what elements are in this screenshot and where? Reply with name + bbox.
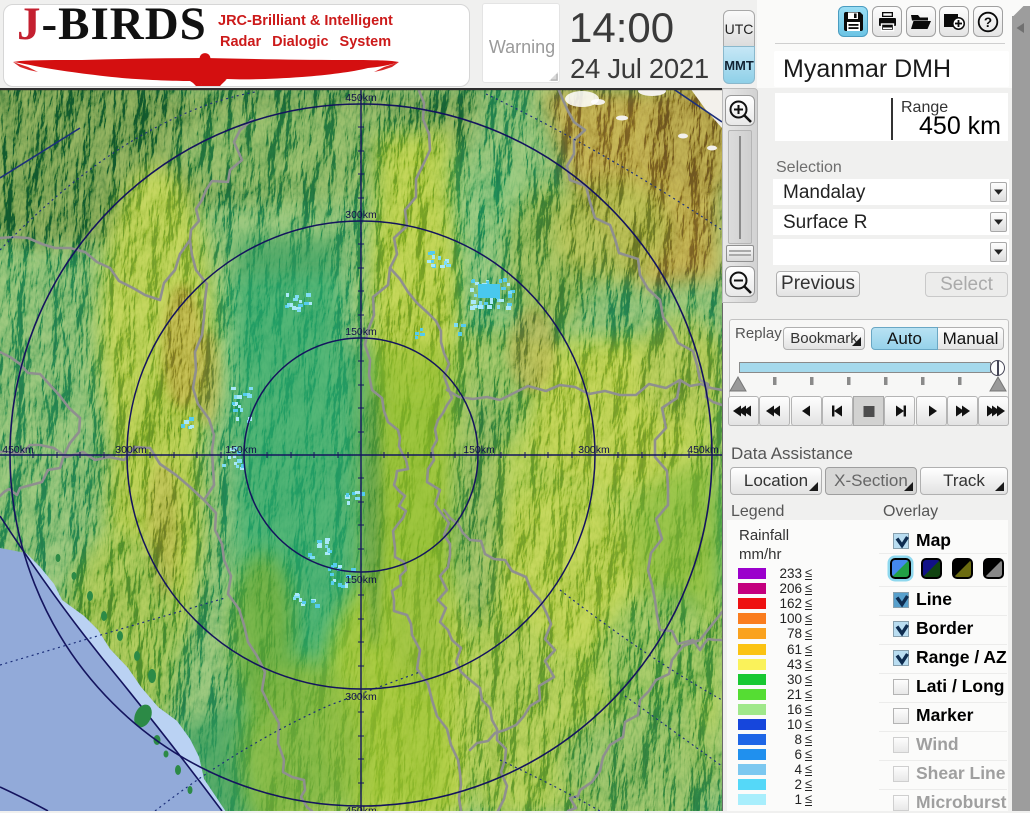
svg-text:300km: 300km <box>345 691 377 703</box>
svg-text:300km: 300km <box>578 444 610 456</box>
svg-text:?: ? <box>984 15 992 30</box>
svg-text:450km: 450km <box>687 444 719 456</box>
svg-text:300km: 300km <box>115 444 147 456</box>
svg-text:300km: 300km <box>345 209 377 221</box>
svg-text:450km: 450km <box>345 92 377 104</box>
svg-text:450km: 450km <box>345 805 377 811</box>
svg-text:450km: 450km <box>2 444 34 456</box>
svg-text:150km: 150km <box>463 444 495 456</box>
svg-text:150km: 150km <box>225 444 257 456</box>
svg-text:150km: 150km <box>345 326 377 338</box>
svg-text:150km: 150km <box>345 574 377 586</box>
